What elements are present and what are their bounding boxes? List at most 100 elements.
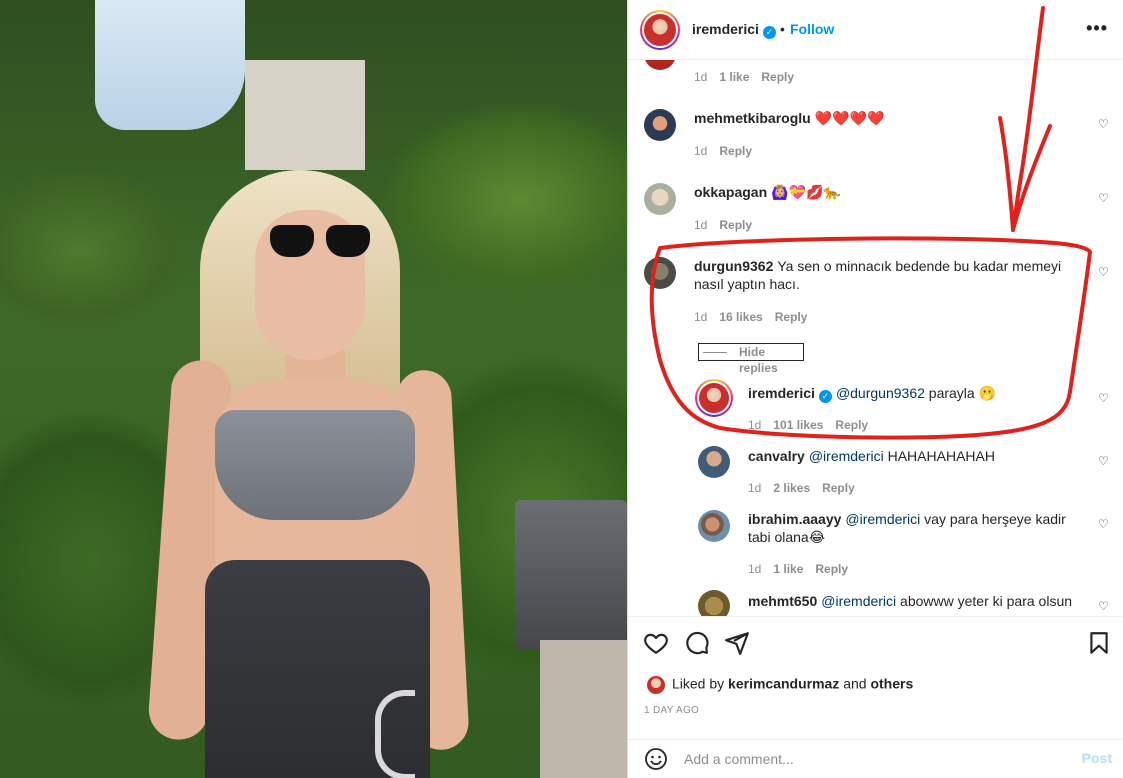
reply-text: HAHAHAHAHAH (887, 448, 995, 464)
reply-body: mehmt650 @iremderici abowww yeter ki para… (748, 592, 1088, 610)
reply-avatar[interactable] (698, 590, 730, 616)
post-actions: Liked by kerimcandurmaz and others 1 DAY… (628, 616, 1123, 776)
reply-avatar[interactable] (698, 510, 730, 542)
add-comment-bar: Post (628, 739, 1123, 777)
more-options-icon[interactable]: ••• (1086, 18, 1108, 39)
comment-text: 🙆🏼‍♀️💝💋🐆 (771, 184, 841, 200)
comment-meta: 1d Reply (694, 144, 752, 158)
liked-by-and: and (843, 675, 867, 692)
comment-meta: 1d 16 likes Reply (694, 310, 807, 324)
comment-meta: 1d 1 like Reply (694, 70, 794, 84)
author-username[interactable]: iremderici ✓ (692, 21, 776, 39)
liked-by-summary: Liked by kerimcandurmaz and others (646, 675, 913, 695)
reply-body: iremderici ✓ @durgun9362 parayla 🫢 (748, 384, 1068, 403)
comments-list[interactable]: 1d 1 like Reply mehmetkibaroglu ❤️❤️❤️❤️ ♡ … (628, 60, 1123, 616)
emoji-smiley-icon[interactable] (644, 747, 668, 771)
reply-mention[interactable]: @iremderici (821, 593, 896, 609)
like-reply-heart-icon[interactable]: ♡ (1098, 392, 1110, 404)
hide-replies-button[interactable]: Hide replies (698, 343, 804, 375)
sunglasses-icon (270, 225, 370, 259)
reply-username[interactable]: ibrahim.aaayy (748, 511, 841, 527)
reply-body: canvalry @iremderici HAHAHAHAHAH (748, 447, 1068, 465)
like-reply-heart-icon[interactable]: ♡ (1098, 600, 1110, 612)
post-comment-button[interactable]: Post (1082, 750, 1112, 766)
reply-mention[interactable]: @durgun9362 (836, 385, 925, 401)
comment-username[interactable]: mehmetkibaroglu (694, 110, 811, 126)
like-comment-heart-icon[interactable]: ♡ (1098, 118, 1110, 130)
follow-button[interactable]: Follow (790, 21, 834, 37)
reply-body: ibrahim.aaayy @iremderici vay para herşey… (748, 510, 1088, 546)
separator-dot: • (780, 21, 785, 37)
reply-likes[interactable]: 1 like (773, 562, 803, 576)
photo-pants-print (375, 690, 415, 778)
liked-by-others[interactable]: others (870, 676, 913, 692)
reply-button[interactable]: Reply (761, 70, 794, 84)
comment-avatar[interactable] (644, 60, 676, 70)
like-comment-heart-icon[interactable]: ♡ (1098, 192, 1110, 204)
reply-username[interactable]: canvalry (748, 448, 805, 464)
reply-avatar[interactable] (695, 379, 733, 417)
reply-username[interactable]: mehmt650 (748, 593, 817, 609)
reply-username[interactable]: iremderici (748, 385, 815, 401)
reply-text: parayla 🫢 (928, 385, 997, 401)
share-paper-plane-icon[interactable] (724, 630, 750, 656)
reply-time: 1d (748, 562, 762, 576)
reply-button[interactable]: Reply (719, 218, 752, 232)
comment-likes[interactable]: 16 likes (719, 310, 762, 324)
reply-meta: 1d 1 like Reply (748, 562, 848, 576)
comment-username[interactable]: durgun9362 (694, 258, 773, 274)
post-photo[interactable] (0, 0, 627, 778)
like-reply-heart-icon[interactable]: ♡ (1098, 455, 1110, 467)
comment-username[interactable]: okkapagan (694, 184, 767, 200)
reply-text: abowww yeter ki para olsun (900, 593, 1073, 609)
photo-plant-pot (515, 500, 627, 650)
author-avatar[interactable] (640, 10, 680, 50)
comment-body: okkapagan 🙆🏼‍♀️💝💋🐆 (694, 183, 1074, 201)
comment-likes[interactable]: 1 like (719, 70, 749, 84)
comment-avatar[interactable] (644, 183, 676, 215)
author-username-text[interactable]: iremderici (692, 21, 759, 37)
reply-button[interactable]: Reply (835, 418, 868, 432)
like-heart-icon[interactable] (643, 630, 669, 656)
verified-badge-icon: ✓ (818, 390, 832, 403)
verified-badge-icon: ✓ (762, 26, 776, 39)
comment-input[interactable] (684, 748, 1064, 770)
reply-button[interactable]: Reply (815, 562, 848, 576)
comment-avatar[interactable] (644, 109, 676, 141)
reply-time: 1d (748, 418, 762, 432)
comment-body: durgun9362 Ya sen o minnacık bedende bu k… (694, 257, 1064, 293)
comment-time: 1d (694, 310, 708, 324)
comment-time: 1d (694, 70, 708, 84)
reply-meta: 1d 2 likes Reply (748, 481, 855, 495)
liked-by-prefix: Liked by (672, 675, 725, 692)
save-bookmark-icon[interactable] (1086, 630, 1112, 656)
post-side-panel: iremderici ✓ • Follow ••• 1d 1 like Reply m… (627, 0, 1123, 778)
reply-likes[interactable]: 2 likes (773, 481, 810, 495)
photo-ground (540, 640, 627, 778)
reply-mention[interactable]: @iremderici (845, 511, 920, 527)
post-timestamp[interactable]: 1 DAY AGO (644, 705, 699, 716)
comment-time: 1d (694, 218, 708, 232)
comment-bubble-icon[interactable] (684, 630, 710, 656)
comment-meta: 1d Reply (694, 218, 752, 232)
reply-meta: 1d 101 likes Reply (748, 418, 868, 432)
photo-top (215, 410, 415, 520)
liked-by-user[interactable]: kerimcandurmaz (728, 676, 839, 692)
comment-text: ❤️❤️❤️❤️ (814, 110, 885, 126)
like-reply-heart-icon[interactable]: ♡ (1098, 518, 1110, 530)
photo-sky (95, 0, 245, 130)
photo-person (146, 170, 470, 778)
like-comment-heart-icon[interactable]: ♡ (1098, 266, 1110, 278)
liker-avatar[interactable] (646, 675, 666, 695)
reply-avatar[interactable] (698, 446, 730, 478)
comment-time: 1d (694, 144, 708, 158)
comment-avatar[interactable] (644, 257, 676, 289)
reply-button[interactable]: Reply (822, 481, 855, 495)
photo-building (245, 60, 365, 170)
reply-button[interactable]: Reply (719, 144, 752, 158)
comment-body: mehmetkibaroglu ❤️❤️❤️❤️ (694, 109, 1074, 127)
reply-button[interactable]: Reply (775, 310, 808, 324)
reply-mention[interactable]: @iremderici (809, 448, 884, 464)
reply-time: 1d (748, 481, 762, 495)
reply-likes[interactable]: 101 likes (773, 418, 823, 432)
